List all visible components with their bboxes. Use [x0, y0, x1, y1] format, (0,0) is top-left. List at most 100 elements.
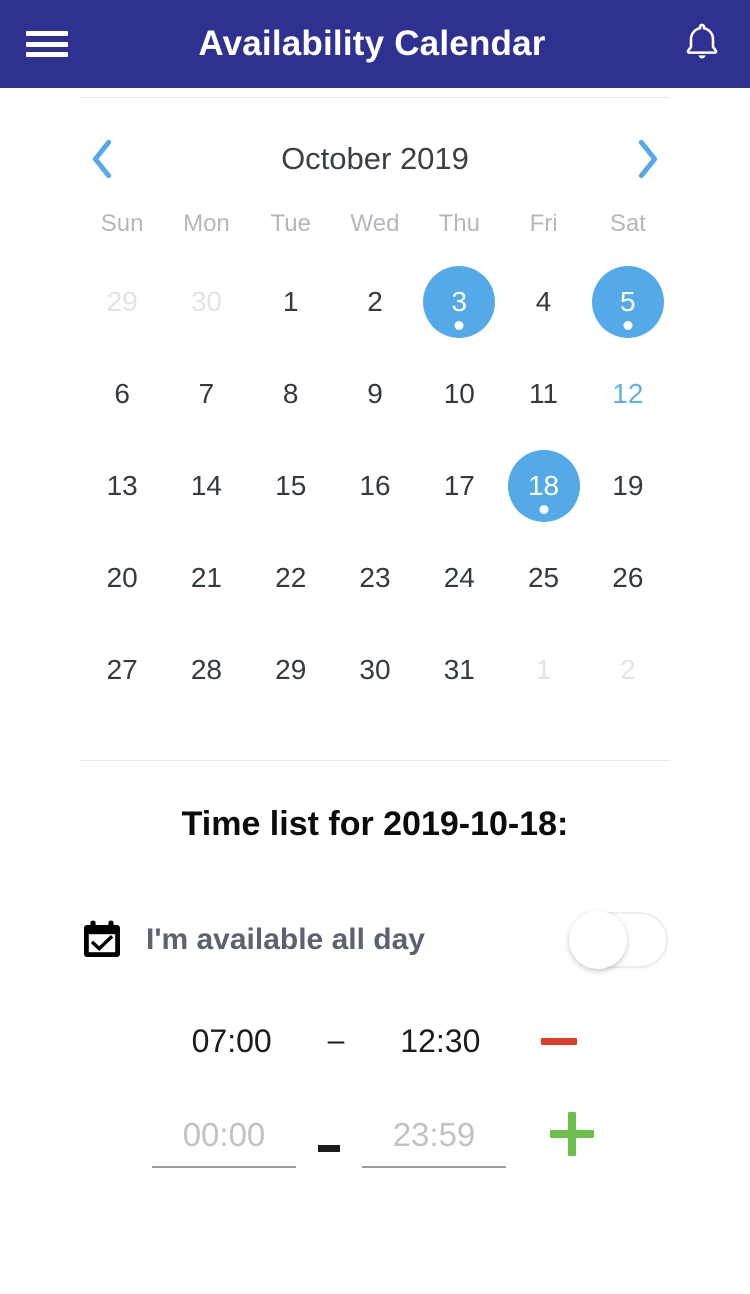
remove-slot-button[interactable] [538, 1020, 580, 1062]
bell-icon[interactable] [680, 20, 724, 68]
calendar-day-31[interactable]: 31 [423, 634, 495, 706]
calendar-day-19[interactable]: 19 [592, 450, 664, 522]
calendar-day-16[interactable]: 16 [339, 450, 411, 522]
calendar-day-cell[interactable]: 24 [417, 532, 501, 624]
hamburger-line [26, 52, 68, 57]
calendar-day-27[interactable]: 27 [86, 634, 158, 706]
calendar-day-cell[interactable]: 2 [586, 624, 670, 716]
calendar-day-number: 3 [451, 286, 468, 317]
calendar-day-number: 18 [527, 470, 560, 501]
calendar-day-6[interactable]: 6 [86, 358, 158, 430]
calendar-day-cell[interactable]: 4 [501, 256, 585, 348]
calendar-day-3[interactable]: 3 [423, 266, 496, 338]
calendar-day-cell[interactable]: 25 [501, 532, 585, 624]
calendar-day-17[interactable]: 17 [423, 450, 495, 522]
calendar-day-29[interactable]: 29 [86, 266, 158, 338]
calendar-day-cell[interactable]: 22 [249, 532, 333, 624]
availability-dot [454, 321, 464, 330]
calendar-day-29[interactable]: 29 [255, 634, 327, 706]
calendar-day-cell[interactable]: 18 [501, 440, 585, 532]
calendar-day-9[interactable]: 9 [339, 358, 411, 430]
calendar-day-2[interactable]: 2 [339, 266, 411, 338]
calendar-day-7[interactable]: 7 [170, 358, 242, 430]
calendar-day-28[interactable]: 28 [170, 634, 242, 706]
calendar-day-cell[interactable]: 2 [333, 256, 417, 348]
calendar-day-11[interactable]: 11 [508, 358, 580, 430]
calendar-day-cell[interactable]: 11 [501, 348, 585, 440]
calendar-day-cell[interactable]: 16 [333, 440, 417, 532]
next-month-button[interactable] [626, 137, 670, 181]
calendar-day-14[interactable]: 14 [170, 450, 242, 522]
calendar-day-cell[interactable]: 7 [164, 348, 248, 440]
calendar-day-number: 10 [443, 378, 475, 409]
all-day-toggle[interactable] [569, 911, 668, 969]
calendar-day-cell[interactable]: 17 [417, 440, 501, 532]
calendar-day-10[interactable]: 10 [423, 358, 495, 430]
calendar-day-cell[interactable]: 10 [417, 348, 501, 440]
calendar-day-cell[interactable]: 14 [164, 440, 248, 532]
calendar-day-15[interactable]: 15 [255, 450, 327, 522]
calendar-day-cell[interactable]: 23 [333, 532, 417, 624]
calendar-day-cell[interactable]: 12 [586, 348, 670, 440]
calendar-day-cell[interactable]: 26 [586, 532, 670, 624]
calendar-day-cell[interactable]: 5 [586, 256, 670, 348]
calendar-day-cell[interactable]: 15 [249, 440, 333, 532]
calendar-day-23[interactable]: 23 [339, 542, 411, 614]
calendar-day-cell[interactable]: 31 [417, 624, 501, 716]
calendar-day-cell[interactable]: 1 [501, 624, 585, 716]
app-bar: Availability Calendar [0, 0, 750, 88]
previous-month-button[interactable] [80, 137, 124, 181]
calendar-day-number: 8 [282, 378, 299, 409]
calendar-timelist-divider [80, 760, 670, 761]
calendar-day-2[interactable]: 2 [592, 634, 664, 706]
calendar-day-cell[interactable]: 29 [80, 256, 164, 348]
calendar-day-22[interactable]: 22 [255, 542, 327, 614]
calendar-day-20[interactable]: 20 [86, 542, 158, 614]
calendar-day-cell[interactable]: 29 [249, 624, 333, 716]
calendar-day-cell[interactable]: 1 [249, 256, 333, 348]
calendar-day-cell[interactable]: 19 [586, 440, 670, 532]
calendar-day-1[interactable]: 1 [255, 266, 327, 338]
calendar-day-number: 5 [620, 286, 636, 317]
new-time-slot-row [40, 1108, 710, 1168]
add-slot-button[interactable] [546, 1108, 598, 1160]
calendar-day-cell[interactable]: 20 [80, 532, 164, 624]
calendar-day-number: 15 [275, 470, 307, 501]
calendar-day-number: 14 [190, 470, 222, 501]
calendar-day-cell[interactable]: 3 [417, 256, 501, 348]
calendar-day-30[interactable]: 30 [170, 266, 242, 338]
calendar-day-18[interactable]: 18 [507, 450, 580, 522]
calendar-day-number: 21 [190, 562, 222, 593]
calendar-day-5[interactable]: 5 [591, 266, 664, 338]
calendar-day-cell[interactable]: 8 [249, 348, 333, 440]
calendar-day-cell[interactable]: 30 [164, 256, 248, 348]
calendar-day-12[interactable]: 12 [592, 358, 664, 430]
calendar-day-1[interactable]: 1 [508, 634, 580, 706]
hamburger-menu-icon[interactable] [26, 29, 68, 59]
calendar-day-cell[interactable]: 13 [80, 440, 164, 532]
calendar-day-24[interactable]: 24 [423, 542, 495, 614]
calendar-day-26[interactable]: 26 [592, 542, 664, 614]
calendar-day-cell[interactable]: 30 [333, 624, 417, 716]
calendar-day-8[interactable]: 8 [255, 358, 327, 430]
new-slot-start-input[interactable] [152, 1116, 296, 1168]
calendar-day-21[interactable]: 21 [170, 542, 242, 614]
calendar-day-number: 29 [106, 286, 138, 317]
calendar-day-25[interactable]: 25 [508, 542, 580, 614]
calendar-day-30[interactable]: 30 [339, 634, 411, 706]
calendar-day-cell[interactable]: 28 [164, 624, 248, 716]
calendar-day-number: 1 [282, 286, 299, 317]
calendar-day-13[interactable]: 13 [86, 450, 158, 522]
calendar-day-cell[interactable]: 9 [333, 348, 417, 440]
calendar-day-cell[interactable]: 27 [80, 624, 164, 716]
new-slot-end-input[interactable] [362, 1116, 506, 1168]
calendar-day-cell[interactable]: 21 [164, 532, 248, 624]
chevron-left-icon [92, 139, 112, 179]
calendar-day-number: 16 [359, 470, 391, 501]
calendar-day-number: 30 [190, 286, 222, 317]
calendar-day-4[interactable]: 4 [508, 266, 580, 338]
time-list-section: Time list for 2019-10-18: I'm available … [0, 805, 750, 1168]
hamburger-line [26, 31, 68, 36]
calendar-day-number: 25 [527, 562, 560, 593]
calendar-day-cell[interactable]: 6 [80, 348, 164, 440]
